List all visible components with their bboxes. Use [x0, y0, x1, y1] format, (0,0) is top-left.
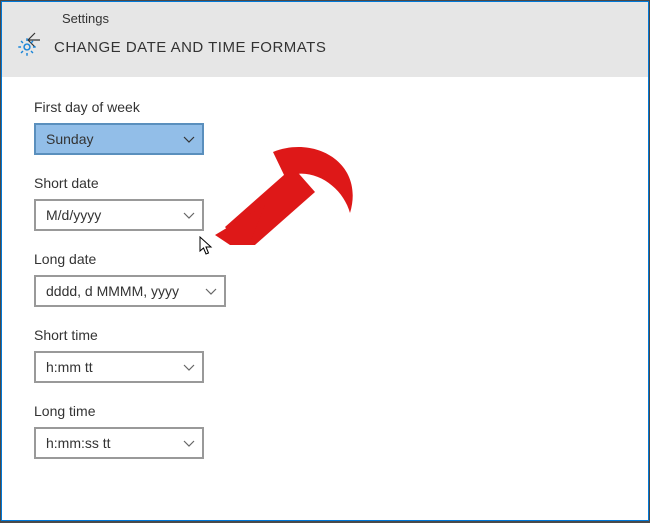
long-date-select[interactable]: dddd, d MMMM, yyyy	[34, 275, 226, 307]
field-first-day: First day of week Sunday	[34, 99, 616, 155]
settings-window: Settings CHANGE DATE AND TIME FORMATS Fi…	[1, 1, 649, 521]
long-time-select[interactable]: h:mm:ss tt	[34, 427, 204, 459]
header-bar: Settings CHANGE DATE AND TIME FORMATS	[2, 2, 648, 77]
title-row: CHANGE DATE AND TIME FORMATS	[16, 36, 326, 58]
long-time-value: h:mm:ss tt	[46, 435, 111, 451]
app-label: Settings	[62, 11, 109, 26]
content-area: First day of week Sunday Short date M/d/…	[2, 77, 648, 459]
chevron-down-icon	[204, 284, 218, 298]
chevron-down-icon	[182, 436, 196, 450]
first-day-label: First day of week	[34, 99, 616, 115]
chevron-down-icon	[182, 360, 196, 374]
first-day-select[interactable]: Sunday	[34, 123, 204, 155]
first-day-value: Sunday	[46, 131, 93, 147]
gear-icon	[16, 36, 38, 58]
short-time-select[interactable]: h:mm tt	[34, 351, 204, 383]
chevron-down-icon	[182, 208, 196, 222]
long-date-value: dddd, d MMMM, yyyy	[46, 283, 179, 299]
short-time-label: Short time	[34, 327, 616, 343]
short-date-label: Short date	[34, 175, 616, 191]
field-short-date: Short date M/d/yyyy	[34, 175, 616, 231]
short-time-value: h:mm tt	[46, 359, 93, 375]
chevron-down-icon	[182, 132, 196, 146]
field-long-time: Long time h:mm:ss tt	[34, 403, 616, 459]
long-time-label: Long time	[34, 403, 616, 419]
page-title: CHANGE DATE AND TIME FORMATS	[54, 39, 326, 56]
field-long-date: Long date dddd, d MMMM, yyyy	[34, 251, 616, 307]
long-date-label: Long date	[34, 251, 616, 267]
short-date-value: M/d/yyyy	[46, 207, 101, 223]
field-short-time: Short time h:mm tt	[34, 327, 616, 383]
short-date-select[interactable]: M/d/yyyy	[34, 199, 204, 231]
